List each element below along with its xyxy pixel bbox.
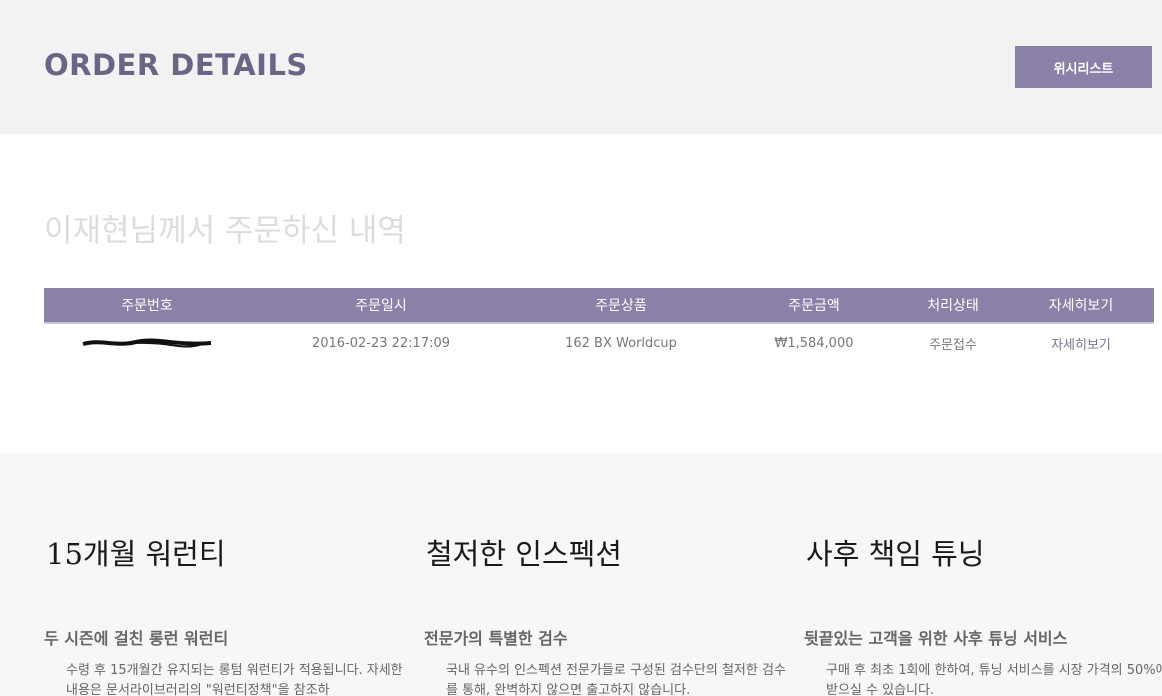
page-title: ORDER DETAILS [44, 48, 308, 82]
order-amount: ₩1,584,000 [774, 335, 854, 351]
column-header-order-no: 주문번호 [121, 298, 173, 314]
wishlist-button[interactable]: 위시리스트 [1015, 46, 1152, 88]
column-header-date: 주문일시 [355, 298, 407, 314]
table-row: 2016-02-23 22:17:09 162 BX Worldcup ₩1,5… [44, 324, 1154, 362]
feature-subtitle: 두 시즌에 걸친 롱런 워런티 [44, 629, 229, 648]
order-detail-link[interactable]: 자세히보기 [1008, 324, 1154, 362]
feature-title: 15개월 워런티 [46, 537, 226, 571]
redaction-scribble [82, 338, 212, 348]
page-header: ORDER DETAILS 위시리스트 [0, 0, 1162, 134]
feature-subtitle: 뒷끝있는 고객을 위한 사후 튜닝 서비스 [804, 629, 1068, 648]
column-header-status: 처리상태 [927, 298, 979, 314]
features-section: 15개월 워런티 두 시즌에 걸친 롱런 워런티 수령 후 15개월간 유지되는… [0, 453, 1162, 696]
order-number-redacted [44, 324, 250, 362]
feature-subtitle: 전문가의 특별한 검수 [424, 629, 568, 648]
column-header-amount: 주문금액 [788, 298, 840, 314]
order-table: 주문번호 주문일시 주문상품 주문금액 처리상태 자세히보기 2016-02-2… [44, 288, 1154, 362]
order-product: 162 BX Worldcup [565, 335, 677, 351]
table-header: 주문번호 주문일시 주문상품 주문금액 처리상태 자세히보기 [44, 288, 1154, 324]
feature-body: 구매 후 최초 1회에 한하여, 튜닝 서비스를 시장 가격의 50%에 받으실… [826, 663, 1162, 696]
column-header-product: 주문상품 [595, 298, 647, 314]
order-status: 주문접수 [929, 337, 977, 353]
feature-title: 사후 책임 튜닝 [806, 537, 985, 571]
feature-title: 철저한 인스펙션 [426, 537, 622, 571]
order-date: 2016-02-23 22:17:09 [311, 335, 451, 351]
column-header-detail: 자세히보기 [1048, 298, 1114, 314]
order-history-heading: 이재현님께서 주문하신 내역 [44, 213, 406, 249]
feature-body: 국내 유수의 인스펙션 전문가들로 구성된 검수단의 철저한 검수를 통해, 완… [446, 663, 786, 696]
feature-body: 수령 후 15개월간 유지되는 롱텀 워런티가 적용됩니다. 자세한 내용은 문… [66, 663, 403, 696]
